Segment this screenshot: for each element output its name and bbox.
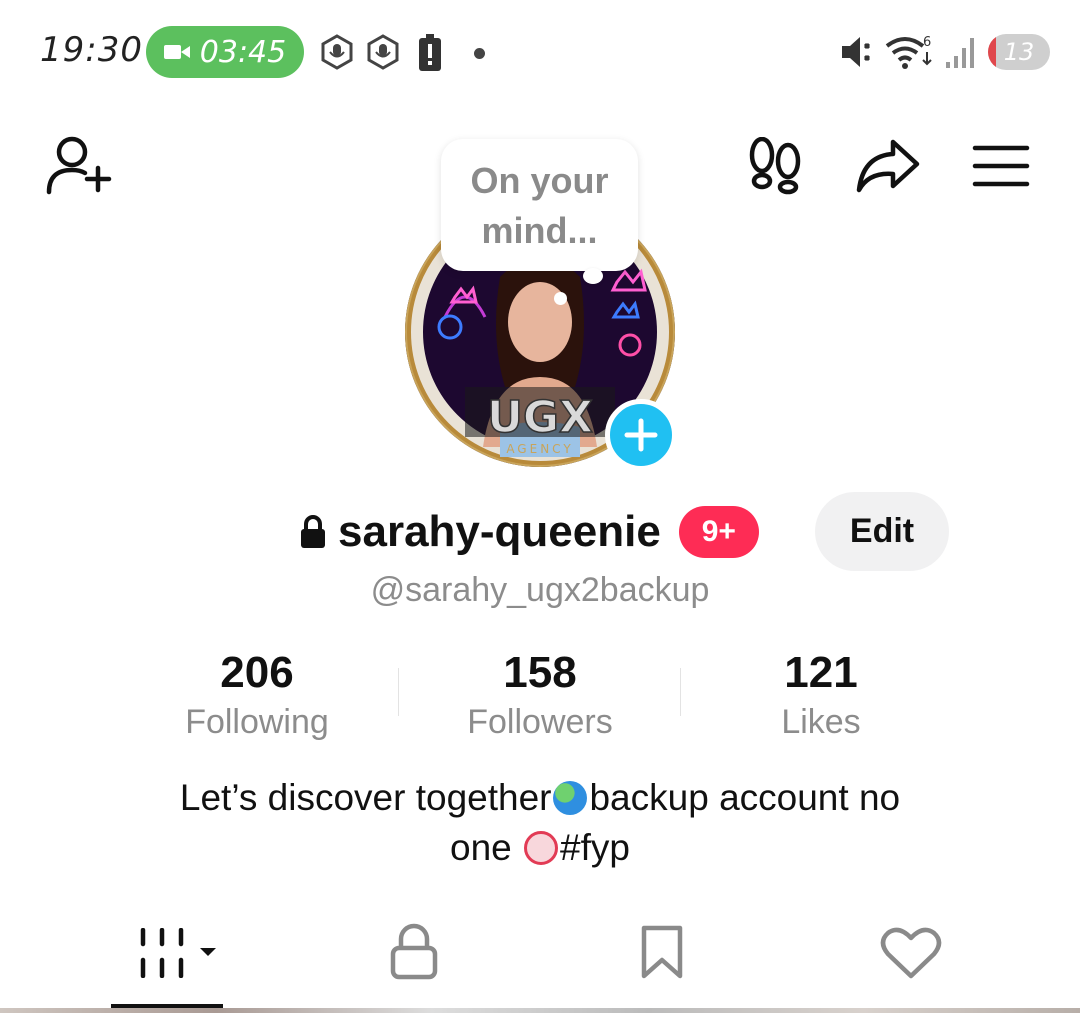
plus-icon [624,418,658,452]
add-user-icon[interactable] [44,132,114,196]
notification-badge[interactable]: 9+ [678,506,759,558]
call-timer-pill[interactable]: 03:45 [146,26,304,78]
battery-indicator: 13 [988,34,1050,70]
followers-count: 158 [503,648,577,697]
svg-text:6: 6 [923,35,931,50]
tab-private[interactable] [388,922,440,985]
bubble-tail [583,268,603,284]
bubble-tail-dot [554,292,567,305]
heart-icon [880,927,942,979]
note-bubble-line1: On your [470,160,609,201]
no-under-18-emoji-icon [524,831,559,865]
stat-divider [398,668,399,716]
following-label: Following [185,703,329,741]
video-call-icon [163,45,190,59]
wifi-icon: 6 [885,35,932,69]
battery-alert-icon [419,34,441,71]
bio-text: one [450,827,523,868]
tab-videos[interactable] [138,927,220,983]
add-story-button[interactable] [605,399,677,471]
stat-following[interactable]: 206 Following [127,648,387,744]
username-row: sarahy-queenie 9+ [298,504,759,560]
edit-profile-button[interactable]: Edit [815,492,949,571]
bio-text: Let’s discover together [179,777,552,818]
stat-followers[interactable]: 158 Followers [410,648,670,744]
menu-icon[interactable] [972,144,1030,188]
mic-hex-icon [367,34,399,70]
stat-divider [680,668,681,716]
call-timer: 03:45 [199,34,287,70]
status-time: 19:30 [40,30,143,70]
lock-icon [301,515,325,548]
svg-text:UGX: UGX [487,392,593,443]
hashtag-fyp[interactable]: #fyp [560,827,630,868]
bio-text: backup account no [589,777,901,818]
private-lock-icon [390,923,438,980]
svg-text:AGENCY: AGENCY [506,442,573,456]
tab-bookmarks[interactable] [638,924,686,985]
signal-icon [946,38,974,68]
share-icon[interactable] [855,138,921,194]
mic-hex-icon [321,34,353,70]
user-handle: @sarahy_ugx2backup [370,571,710,609]
videos-grid-icon [140,927,216,979]
note-bubble[interactable]: On your mind... [441,139,638,271]
note-bubble-line2: mind... [481,210,598,251]
battery-level: 13 [1003,38,1035,66]
mute-icon [842,37,871,67]
bookmark-icon [641,925,683,979]
likes-label: Likes [781,703,861,741]
likes-count: 121 [784,648,858,697]
profile-bio: Let’s discover together backup account no… [100,773,980,873]
followers-label: Followers [467,703,613,741]
following-count: 206 [220,648,294,697]
username: sarahy-queenie [338,507,661,556]
video-thumbnails-strip [0,1008,1080,1013]
dot-icon [474,48,485,59]
footprints-icon[interactable] [748,137,804,195]
stat-likes[interactable]: 121 Likes [691,648,951,744]
tab-liked[interactable] [880,926,942,985]
globe-emoji-icon [553,781,588,815]
